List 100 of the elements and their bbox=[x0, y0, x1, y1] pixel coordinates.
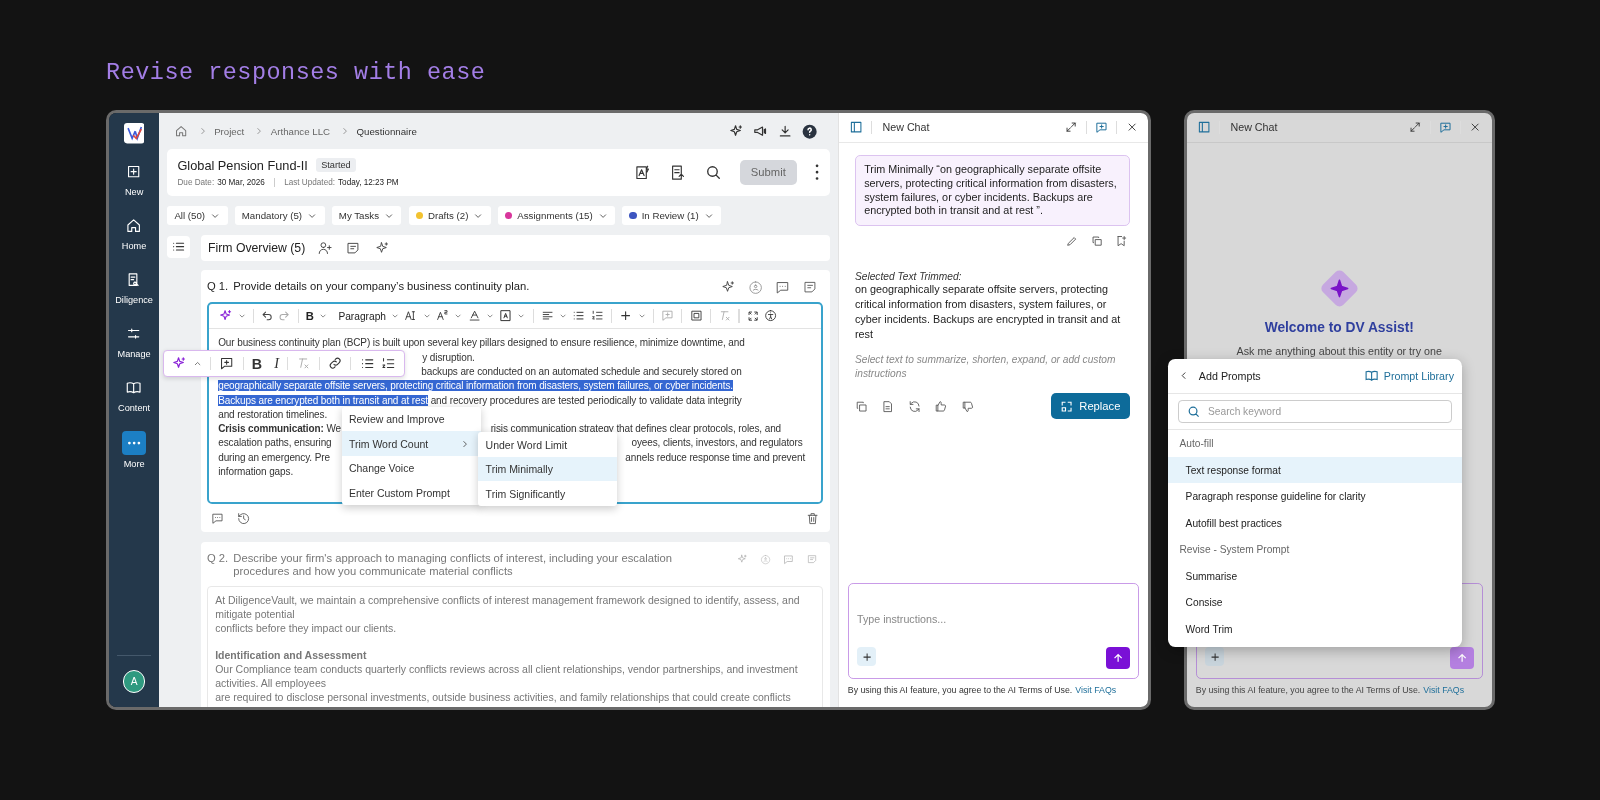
breadcrumb-link[interactable]: Questionnaire bbox=[356, 126, 417, 138]
question-text: Describe your firm's approach to managing conflicts of interest, including your escalation procedures and how you communicate material conflicts bbox=[233, 551, 673, 579]
menu-item[interactable]: Under Word Limit bbox=[478, 432, 618, 457]
updated-label: Last Updated: bbox=[284, 177, 335, 187]
chevron-down-icon bbox=[517, 312, 526, 321]
filter-dropdown[interactable]: In Review (1) bbox=[622, 206, 722, 226]
sparkle-icon bbox=[728, 124, 743, 139]
megaphone-icon bbox=[753, 124, 768, 139]
list-icon bbox=[171, 240, 186, 254]
regenerate-icon bbox=[907, 399, 922, 413]
prompt-item[interactable]: Summarise bbox=[1168, 563, 1463, 590]
search-icon bbox=[1186, 404, 1200, 419]
filter-dropdown[interactable]: All (50) bbox=[167, 206, 228, 226]
arrow-up-icon bbox=[1111, 652, 1125, 665]
chevron-down-icon bbox=[319, 312, 328, 321]
superscript-icon bbox=[435, 309, 450, 323]
answer-text: Identification and Assessment Our Compliance team conducts quarterly conflicts reviews across all client relationships, vendor partnerships, and investment activities. All employees are required to disclose personal investments, outside business activities, and family relationships that could create conflicts bbox=[215, 648, 799, 705]
input-field[interactable]: Type instructions... bbox=[857, 591, 1130, 648]
filter-dropdown[interactable]: My Tasks bbox=[331, 206, 402, 226]
menu-item[interactable]: Enter Custom Prompt bbox=[341, 480, 481, 505]
chevron-down-icon bbox=[637, 312, 646, 321]
prompt-library-link[interactable]: Prompt Library bbox=[1365, 369, 1454, 383]
replace-icon bbox=[1059, 399, 1074, 413]
add-button[interactable] bbox=[1204, 647, 1225, 667]
sidebar-item[interactable]: More bbox=[121, 430, 147, 485]
answer-text: during an emergency. Pre bbox=[218, 451, 330, 463]
welcome-text: Ask me anything about this entity or try one bbox=[1236, 345, 1442, 358]
menu-item[interactable]: Review and Improve bbox=[341, 406, 481, 432]
prompt-item[interactable]: Text response format bbox=[1168, 456, 1463, 484]
faq-link[interactable]: Visit FAQs bbox=[1075, 684, 1117, 708]
filter-dropdown[interactable]: Drafts (2) bbox=[408, 206, 491, 226]
answer-text: oyees, clients, investors, and regulators bbox=[631, 436, 803, 451]
sidebar-item[interactable]: New bbox=[121, 160, 147, 215]
sidebar-item[interactable]: Manage bbox=[117, 322, 151, 377]
hint-text: Select text to summarize, shorten, expand, or add custom instructions bbox=[854, 352, 1117, 381]
add-icon bbox=[126, 163, 142, 179]
filter-dropdown[interactable]: Assignments (15) bbox=[497, 206, 616, 226]
replace-button[interactable]: Replace bbox=[1050, 393, 1130, 419]
menu-item[interactable]: Change Voice bbox=[341, 455, 481, 481]
chevron-down-icon bbox=[485, 312, 494, 321]
more-icon bbox=[126, 440, 142, 445]
link-icon bbox=[327, 356, 343, 371]
welcome-title: Welcome to DV Assist! bbox=[1264, 320, 1414, 336]
questionnaire-title: Global Pension Fund-II bbox=[177, 157, 308, 173]
terms-text: By using this AI feature, you agree to the AI Terms of Use. bbox=[847, 684, 1073, 697]
thumbs-up-icon bbox=[934, 399, 948, 413]
menu-item[interactable]: Trim Significantly bbox=[478, 481, 618, 506]
answer-text: annels reduce response time and prevent bbox=[625, 450, 806, 465]
submit-button[interactable]: Submit bbox=[739, 160, 797, 185]
prompt-item[interactable]: Consise bbox=[1168, 589, 1463, 616]
sparkle-icon bbox=[219, 309, 233, 323]
due-date-label: Due Date: bbox=[177, 177, 215, 187]
outline-button[interactable] bbox=[167, 235, 190, 258]
more-icon bbox=[815, 164, 820, 181]
chevron-down-icon bbox=[237, 312, 246, 321]
menu-item[interactable]: Trim Word Count bbox=[341, 431, 481, 456]
menu-item[interactable]: Trim Minimally bbox=[478, 456, 618, 482]
prompt-item[interactable]: Word Trim bbox=[1168, 616, 1463, 643]
help-icon[interactable] bbox=[801, 123, 818, 140]
prompt-item[interactable]: Paragraph response guideline for clarity bbox=[1168, 483, 1463, 510]
frame-icon bbox=[689, 309, 703, 323]
sidebar-icon bbox=[848, 120, 864, 135]
new-chat-icon bbox=[1094, 120, 1109, 135]
bold-button[interactable]: B bbox=[251, 355, 263, 372]
bold-button[interactable]: B bbox=[305, 310, 314, 323]
answer-text: information gaps. bbox=[218, 466, 294, 477]
undo-icon bbox=[261, 309, 274, 323]
sidebar-item[interactable]: Content bbox=[118, 376, 151, 431]
paragraph-dropdown[interactable]: Paragraph bbox=[338, 310, 386, 322]
book-icon bbox=[126, 380, 142, 396]
history-icon bbox=[236, 511, 250, 525]
add-button[interactable] bbox=[857, 647, 877, 667]
filter-dropdown[interactable]: Mandatory (5) bbox=[234, 206, 325, 226]
chevron-down-icon bbox=[391, 312, 400, 321]
answer-text: Backups are encrypted both in transit and at rest bbox=[218, 394, 428, 406]
copy-icon bbox=[854, 399, 869, 413]
send-button[interactable] bbox=[1106, 647, 1130, 670]
clear-format-icon bbox=[718, 309, 732, 323]
question-number: Q 2. bbox=[207, 551, 229, 564]
sidebar-item[interactable]: Diligence bbox=[115, 268, 153, 323]
faq-link[interactable]: Visit FAQs bbox=[1423, 684, 1465, 708]
prompt-item[interactable]: Autofill best practices bbox=[1168, 509, 1463, 537]
italic-button[interactable]: I bbox=[274, 355, 280, 373]
breadcrumb-link[interactable]: Arthance LLC bbox=[270, 126, 331, 138]
section-title: Firm Overview (5) bbox=[208, 240, 306, 255]
note-icon bbox=[803, 280, 818, 295]
diligence-icon bbox=[126, 271, 142, 288]
comment-add-icon bbox=[661, 309, 675, 323]
search-box[interactable]: Search keyword bbox=[1178, 399, 1452, 424]
chat-composer[interactable]: Type instructions... bbox=[847, 582, 1139, 679]
sparkle-icon bbox=[374, 240, 389, 255]
breadcrumb-link[interactable]: Project bbox=[214, 126, 245, 138]
home-icon bbox=[126, 217, 142, 234]
answer-text: At DiligenceVault, we maintain a comprehensive conflicts of interest management framework designed to identify, assess, and mitigate potential conflicts before they impact our clients. bbox=[215, 593, 801, 636]
sparkle-icon bbox=[172, 356, 187, 371]
delete-icon bbox=[806, 511, 820, 525]
copy-icon bbox=[1090, 234, 1104, 247]
sidebar-item[interactable]: Home bbox=[121, 214, 147, 269]
answer-text: and restoration timelines. bbox=[218, 408, 328, 420]
result-text: on geographically separate offsite servers, protecting critical information from disasters, system failures, or cyber incidents. Backups are encrypted in transit and at rest bbox=[854, 282, 1122, 342]
